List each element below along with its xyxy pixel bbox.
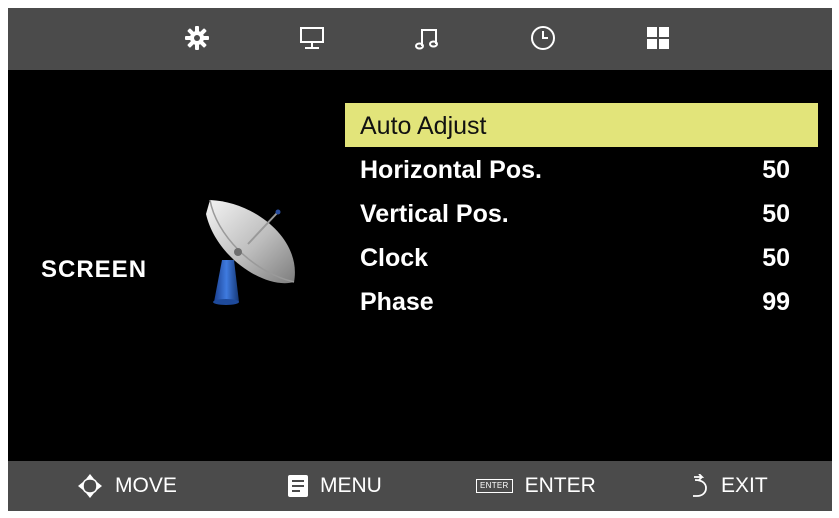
menu-item-vertical-pos[interactable]: Vertical Pos. 50 <box>345 191 818 235</box>
clock-icon <box>531 26 555 50</box>
osd-window: SCREEN Auto Adjust Horizontal Pos. 50 Ve… <box>8 8 832 511</box>
hint-enter-label: ENTER <box>524 474 596 497</box>
satellite-dish-icon <box>206 199 295 305</box>
hint-move-label: MOVE <box>115 474 177 497</box>
tab-bar <box>8 8 832 70</box>
hint-menu[interactable]: MENU <box>288 473 382 499</box>
hint-move[interactable]: MOVE <box>77 473 177 499</box>
menu-item-value: 50 <box>762 156 790 184</box>
tab-picture-settings[interactable] <box>180 21 214 55</box>
move-arrows-icon <box>78 474 102 498</box>
music-note-icon <box>415 29 438 50</box>
menu-list-icon <box>288 475 308 497</box>
menu-item-auto-adjust[interactable]: Auto Adjust <box>345 103 818 147</box>
gear-sun-icon <box>185 26 209 50</box>
menu-item-value: 50 <box>762 244 790 272</box>
monitor-icon <box>300 27 324 49</box>
hint-menu-label: MENU <box>320 474 382 497</box>
menu-item-label: Phase <box>360 288 434 316</box>
menu-item-label: Horizontal Pos. <box>360 156 542 184</box>
menu-item-label: Auto Adjust <box>360 112 487 140</box>
menu-item-phase[interactable]: Phase 99 <box>345 279 818 323</box>
enter-key-icon: ENTER <box>476 479 513 493</box>
hint-enter[interactable]: ENTER ENTER <box>476 473 596 499</box>
return-arrow-icon <box>693 474 707 497</box>
menu-item-horizontal-pos[interactable]: Horizontal Pos. 50 <box>345 147 818 191</box>
menu-item-label: Clock <box>360 244 429 272</box>
menu-item-clock[interactable]: Clock 50 <box>345 235 818 279</box>
tab-screen[interactable] <box>295 21 329 55</box>
menu-item-value: 50 <box>762 200 790 228</box>
menu-item-value: 99 <box>762 288 790 316</box>
key-hint-bar: MOVE MENU ENTER ENTER EXIT <box>8 461 832 511</box>
hint-exit-label: EXIT <box>721 474 768 497</box>
section-title: SCREEN <box>41 256 148 283</box>
hint-exit[interactable]: EXIT <box>691 473 768 499</box>
menu-item-label: Vertical Pos. <box>360 200 509 228</box>
tab-audio[interactable] <box>411 21 445 55</box>
settings-menu: Auto Adjust Horizontal Pos. 50 Vertical … <box>345 103 818 323</box>
tab-time[interactable] <box>526 21 560 55</box>
tab-other[interactable] <box>641 21 675 55</box>
grid-icon <box>647 27 669 49</box>
